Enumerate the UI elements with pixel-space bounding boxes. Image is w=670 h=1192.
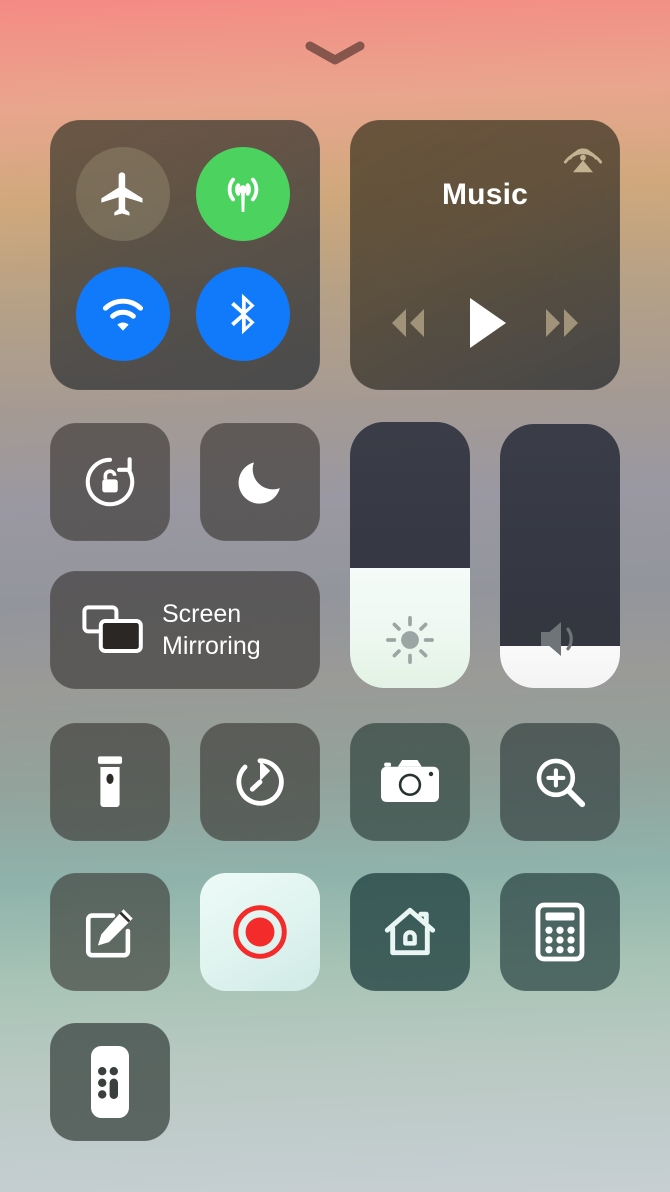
home-button[interactable] [350,873,470,991]
airplay-icon[interactable] [560,132,606,178]
play-icon [469,298,506,348]
wifi-icon [102,298,144,331]
timer-button[interactable] [200,723,320,841]
music-module[interactable]: Music [350,120,620,390]
magnifier-button[interactable] [500,723,620,841]
rotation-lock-button[interactable] [50,423,170,541]
bluetooth-button[interactable] [196,267,290,361]
connectivity-module[interactable] [50,120,320,390]
home-house-icon [384,907,436,956]
camera-icon [381,760,439,802]
do-not-disturb-button[interactable] [200,423,320,541]
calculator-button[interactable] [500,873,620,991]
bluetooth-icon [231,293,255,335]
notes-compose-icon [85,909,133,958]
airplane-mode-button[interactable] [76,147,170,241]
screen-recording-icon [233,905,287,959]
rewind-button[interactable] [379,301,437,345]
rewind-icon [391,309,424,337]
control-center-grabber[interactable] [0,40,670,66]
control-center-screen: Music Screen Mirroring [0,0,670,1192]
calculator-icon [535,902,585,962]
notes-button[interactable] [50,873,170,991]
screen-mirroring-icon [82,605,143,653]
chevron-down-icon [305,41,365,65]
brightness-slider[interactable] [350,422,470,688]
play-button[interactable] [458,292,512,354]
apple-tv-remote-icon [91,1046,129,1118]
camera-button[interactable] [350,723,470,841]
cellular-antenna-icon [227,177,259,212]
music-title: Music [441,178,529,211]
volume-slider-fill [500,645,620,688]
apple-tv-remote-button[interactable] [50,1023,170,1141]
flashlight-icon [97,756,123,807]
screen-recording-button[interactable] [200,873,320,991]
forward-icon [546,309,579,337]
timer-icon [236,758,284,806]
flashlight-button[interactable] [50,723,170,841]
rotation-lock-icon [85,457,135,507]
music-controls [350,292,620,354]
magnifier-icon [536,758,586,808]
screen-mirroring-button[interactable]: Screen Mirroring [50,571,320,689]
airplane-icon [101,172,143,216]
cellular-data-button[interactable] [196,147,290,241]
volume-slider[interactable] [500,424,620,688]
moon-icon [238,462,280,504]
forward-button[interactable] [533,301,591,345]
screen-mirroring-label: Screen Mirroring [162,600,261,660]
wifi-button[interactable] [76,267,170,361]
brightness-slider-fill [350,568,470,688]
